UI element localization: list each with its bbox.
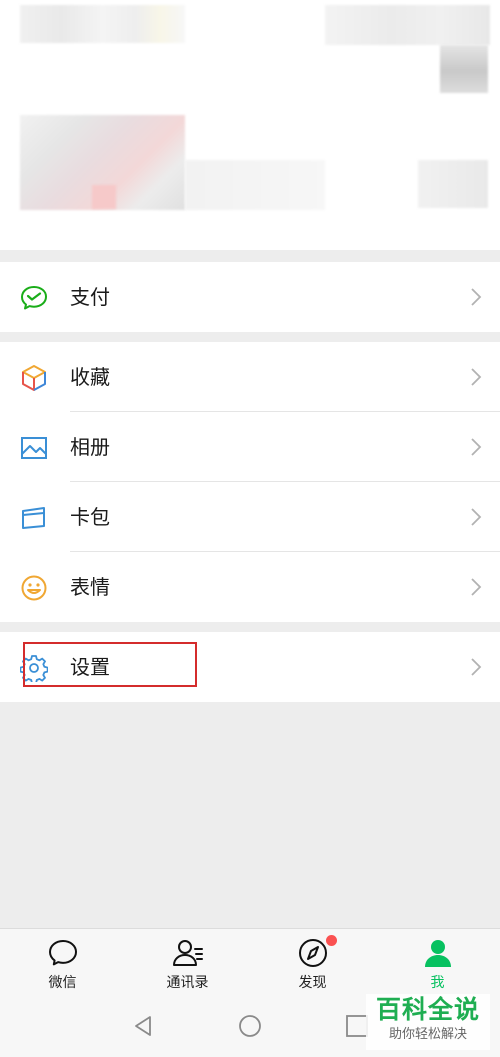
- watermark-title: 百科全说: [375, 995, 480, 1024]
- compass-icon: [299, 939, 327, 967]
- profile-id-blur-2: [92, 185, 116, 209]
- back-icon[interactable]: [131, 1014, 155, 1038]
- menu-item-stickers[interactable]: 表情: [0, 552, 500, 622]
- profile-qr-blur: [440, 45, 488, 93]
- settings-highlight-box: [23, 642, 197, 687]
- tab-label: 通讯录: [166, 975, 209, 991]
- tab-chats[interactable]: 微信: [0, 929, 125, 999]
- menu-item-label: 卡包: [70, 505, 110, 529]
- smiley-icon: [21, 575, 47, 601]
- chevron-right-icon: [471, 658, 482, 676]
- watermark-logo: 百科全说 助你轻松解决: [366, 994, 490, 1050]
- profile-name-blur: [20, 5, 185, 43]
- person-icon: [425, 940, 451, 967]
- profile-chevron-blur: [418, 160, 488, 208]
- menu-item-cards[interactable]: 卡包: [0, 482, 500, 552]
- menu-item-label: 表情: [70, 575, 110, 599]
- tab-contacts[interactable]: 通讯录: [125, 929, 250, 999]
- tab-discover[interactable]: 发现: [250, 929, 375, 999]
- chevron-right-icon: [471, 368, 482, 386]
- album-picture-icon: [21, 437, 47, 459]
- profile-status-blur: [185, 160, 325, 210]
- menu-item-album[interactable]: 相册: [0, 412, 500, 482]
- menu-item-pay[interactable]: 支付: [0, 262, 500, 332]
- profile-blur-right: [325, 5, 490, 45]
- chevron-right-icon: [471, 508, 482, 526]
- home-icon[interactable]: [238, 1014, 262, 1038]
- menu-item-favorites[interactable]: 收藏: [0, 342, 500, 412]
- chevron-right-icon: [471, 438, 482, 456]
- menu-item-label: 支付: [70, 285, 110, 309]
- card-wallet-icon: [22, 507, 45, 529]
- tab-label: 我: [430, 975, 445, 991]
- chat-bubble-icon: [49, 940, 77, 966]
- tab-label: 发现: [298, 975, 327, 991]
- contacts-icon: [173, 940, 203, 966]
- watermark-subtitle: 助你轻松解决: [388, 1027, 467, 1042]
- favorites-cube-icon: [22, 365, 46, 391]
- bottom-tab-bar: 微信 通讯录 发现 我: [0, 928, 500, 999]
- wechat-pay-icon: [21, 286, 47, 310]
- tab-me[interactable]: 我: [375, 929, 500, 999]
- menu-group-main: 收藏 相册 卡包 表情: [0, 342, 500, 622]
- profile-header[interactable]: [0, 0, 500, 250]
- chevron-right-icon: [471, 578, 482, 596]
- tab-label: 微信: [48, 975, 77, 991]
- menu-item-label: 收藏: [70, 365, 110, 389]
- menu-item-label: 相册: [70, 435, 110, 459]
- menu-group-pay: 支付: [0, 262, 500, 332]
- chevron-right-icon: [471, 288, 482, 306]
- notification-badge: [326, 935, 337, 946]
